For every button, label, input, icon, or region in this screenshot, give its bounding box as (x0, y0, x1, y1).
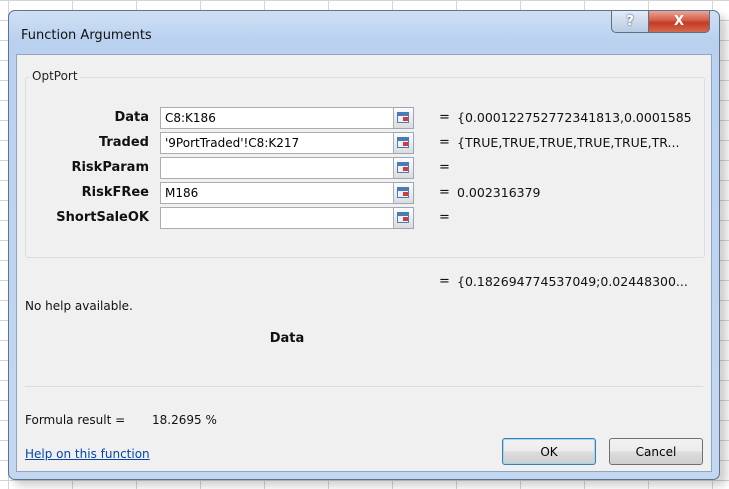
formula-result-label: Formula result = (25, 413, 126, 427)
arg-label-shortsaleok: ShortSaleOK (56, 210, 149, 225)
function-name-label: OptPort (29, 69, 81, 83)
equals-sign: = (439, 135, 450, 150)
arg-label-traded: Traded (98, 135, 149, 150)
range-select-icon (397, 137, 409, 148)
title-bar[interactable]: Function Arguments ? X (9, 11, 719, 55)
cancel-button-label: Cancel (635, 444, 677, 459)
collapse-dialog-button-data[interactable] (394, 107, 414, 129)
collapse-dialog-button-traded[interactable] (394, 132, 414, 154)
arg-input-riskparam[interactable] (160, 157, 394, 179)
help-button[interactable]: ? (611, 11, 649, 33)
dialog-title: Function Arguments (21, 28, 152, 43)
close-button[interactable]: X (648, 11, 710, 33)
ok-button[interactable]: OK (502, 438, 596, 465)
arg-result-traded: {TRUE,TRUE,TRUE,TRUE,TRUE,TR... (457, 135, 680, 150)
collapse-dialog-button-riskparam[interactable] (394, 157, 414, 179)
overall-result-value: {0.182694774537049;0.02448300... (457, 274, 688, 289)
arg-input-shortsaleok[interactable] (160, 207, 394, 229)
range-select-icon (397, 187, 409, 198)
arg-input-traded[interactable] (160, 132, 394, 154)
equals-sign: = (439, 274, 450, 289)
arg-result-riskfree: 0.002316379 (457, 185, 541, 200)
arg-label-riskfree: RiskFRee (81, 185, 149, 200)
equals-sign: = (439, 110, 450, 125)
formula-result-value: 18.2695 % (152, 413, 217, 427)
equals-sign: = (439, 160, 450, 175)
arg-input-data[interactable] (160, 107, 394, 129)
ok-button-label: OK (540, 444, 558, 459)
range-select-icon (397, 162, 409, 173)
collapse-dialog-button-shortsaleok[interactable] (394, 207, 414, 229)
function-arguments-dialog: Function Arguments ? X OptPort Data = {0… (8, 10, 720, 480)
collapse-dialog-button-riskfree[interactable] (394, 182, 414, 204)
close-icon: X (673, 14, 685, 29)
arg-label-riskparam: RiskParam (71, 160, 149, 175)
equals-sign: = (439, 210, 450, 225)
range-select-icon (397, 112, 409, 123)
arg-label-data: Data (114, 110, 149, 125)
dialog-body: OptPort Data = {0.000122752772341813,0.0… (16, 54, 712, 472)
question-mark-icon: ? (626, 14, 634, 29)
range-select-icon (397, 212, 409, 223)
equals-sign: = (439, 185, 450, 200)
help-description: No help available. (25, 299, 133, 313)
current-argument-name: Data (269, 331, 305, 346)
help-on-function-link[interactable]: Help on this function (25, 447, 150, 461)
arg-input-riskfree[interactable] (160, 182, 394, 204)
cancel-button[interactable]: Cancel (609, 438, 703, 465)
divider (25, 386, 703, 387)
arg-result-data: {0.000122752772341813,0.0001585 (457, 110, 692, 125)
